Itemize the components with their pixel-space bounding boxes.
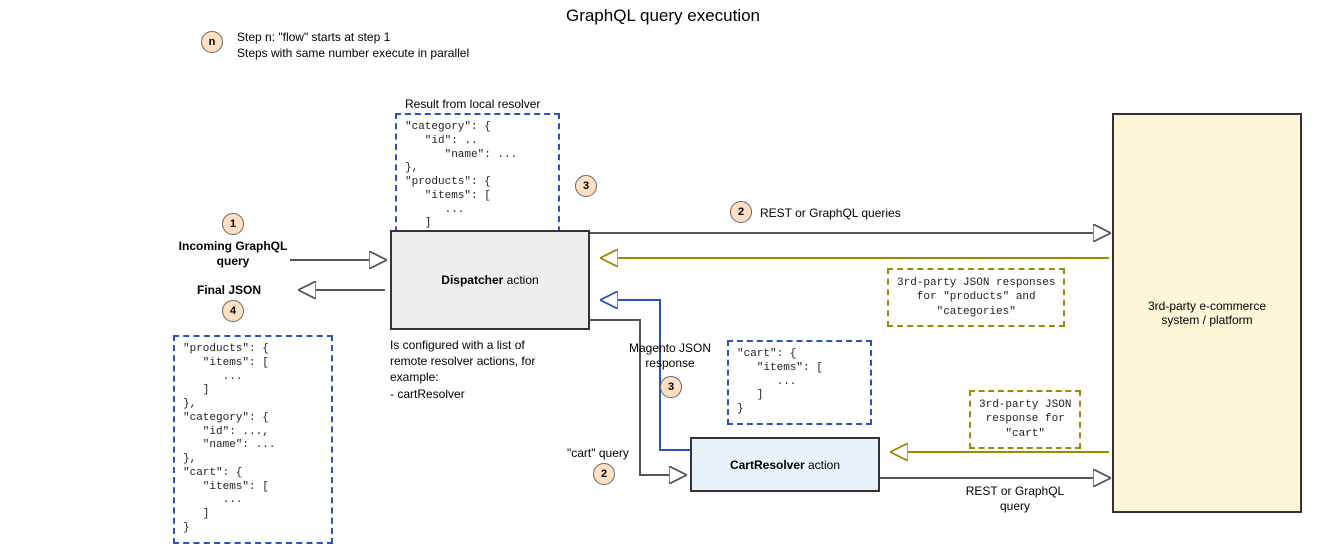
response-cart-box: 3rd-party JSON response for "cart" [969,390,1081,449]
legend-step-badge: n [201,31,223,53]
response-products-categories-box: 3rd-party JSON responses for "products" … [887,268,1065,327]
step-badge-3-magento: 3 [660,376,682,398]
diagram-title: GraphQL query execution [0,6,1326,26]
local-resolver-header: Result from local resolver [405,97,540,112]
dispatcher-box: Dispatcher action [390,230,590,330]
final-json-box: "products": { "items": [ ... ] }, "categ… [173,335,333,544]
rest-bottom-label: REST or GraphQL query [955,484,1075,514]
final-json-label: Final JSON [197,283,261,298]
cart-json-box: "cart": { "items": [ ... ] } [727,340,872,425]
dispatcher-note: Is configured with a list of remote reso… [390,337,535,402]
third-party-ecommerce-box: 3rd-party e-commerce system / platform [1112,113,1302,513]
dispatcher-label: Dispatcher action [441,273,538,287]
legend-line1: Step n: "flow" starts at step 1 [237,30,390,44]
step-badge-3-local: 3 [575,175,597,197]
cart-query-label: "cart" query [567,446,629,461]
step-badge-2-cart: 2 [593,463,615,485]
magento-response-label: Magento JSON response [620,341,720,371]
rest-top-label: REST or GraphQL queries [760,206,901,221]
legend-text: Step n: "flow" starts at step 1 Steps wi… [237,30,469,61]
step-badge-1: 1 [222,213,244,235]
cartresolver-box: CartResolver action [690,437,880,492]
step-badge-4: 4 [222,300,244,322]
step-badge-2-rest-top: 2 [730,201,752,223]
incoming-query-label: Incoming GraphQL query [178,239,288,269]
cartresolver-label: CartResolver action [730,458,840,472]
legend-line2: Steps with same number execute in parall… [237,46,469,60]
diagram-canvas: GraphQL query execution n Step n: "flow"… [0,0,1326,556]
